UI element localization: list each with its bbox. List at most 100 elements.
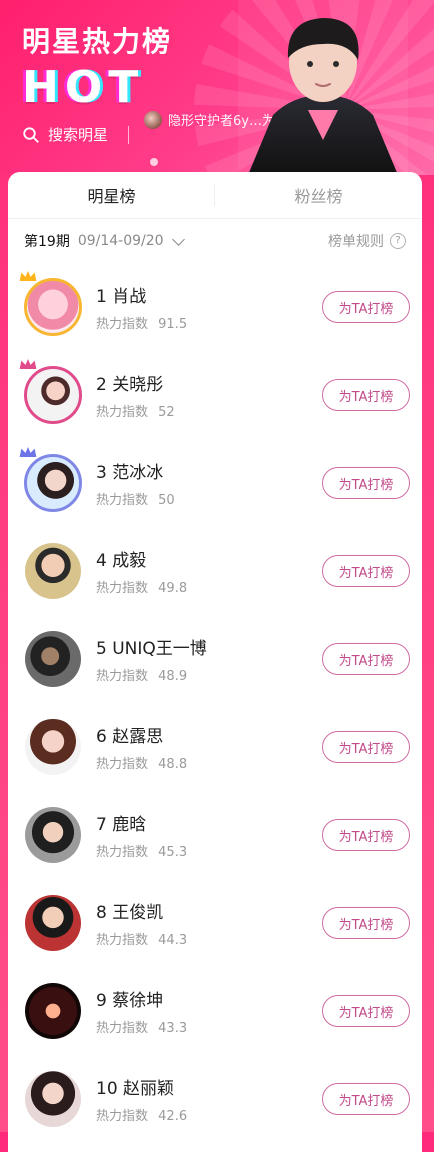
list-item: 8 王俊凯 热力指数 44.3 为TA打榜 <box>8 879 422 967</box>
vote-button[interactable]: 为TA打榜 <box>322 1083 410 1115</box>
avatar[interactable] <box>22 628 84 690</box>
list-item: 3 范冰冰 热力指数 50 为TA打榜 <box>8 439 422 527</box>
score-line: 热力指数 48.9 <box>96 665 322 684</box>
score-label: 热力指数 <box>96 933 149 948</box>
tabs: 明星榜 粉丝榜 <box>8 172 422 219</box>
avatar[interactable] <box>22 540 84 602</box>
vote-button[interactable]: 为TA打榜 <box>322 643 410 675</box>
item-info: 1 肖战 热力指数 91.5 <box>96 282 322 332</box>
item-info: 5 UNIQ王一博 热力指数 48.9 <box>96 634 322 684</box>
vote-button[interactable]: 为TA打榜 <box>322 291 410 323</box>
score-line: 热力指数 42.6 <box>96 1105 322 1124</box>
list-item: 5 UNIQ王一博 热力指数 48.9 为TA打榜 <box>8 615 422 703</box>
item-info: 3 范冰冰 热力指数 50 <box>96 458 322 508</box>
vote-button[interactable]: 为TA打榜 <box>322 995 410 1027</box>
score-line: 热力指数 49.8 <box>96 577 322 596</box>
avatar[interactable] <box>19 359 84 426</box>
item-info: 9 蔡徐坤 热力指数 43.3 <box>96 986 322 1036</box>
ranking-list: 1 肖战 热力指数 91.5 为TA打榜 2 关晓彤 热力指数 52 为TA打榜… <box>8 263 422 1143</box>
list-item: 2 关晓彤 热力指数 52 为TA打榜 <box>8 351 422 439</box>
score-line: 热力指数 48.8 <box>96 753 322 772</box>
list-item: 10 赵丽颖 热力指数 42.6 为TA打榜 <box>8 1055 422 1143</box>
tab-fan-ranking[interactable]: 粉丝榜 <box>215 172 422 218</box>
rules-link[interactable]: 榜单规则 ? <box>328 231 406 251</box>
avatar-image <box>24 454 82 512</box>
chevron-down-icon <box>171 233 185 246</box>
item-info: 7 鹿晗 热力指数 45.3 <box>96 810 322 860</box>
score-value: 45.3 <box>158 845 188 860</box>
vote-button[interactable]: 为TA打榜 <box>322 907 410 939</box>
avatar-image <box>24 366 82 424</box>
page-title: 明星热力榜 <box>22 25 173 58</box>
star-name: 4 成毅 <box>96 551 147 571</box>
pink-crown-icon <box>19 359 37 369</box>
rules-label: 榜单规则 <box>328 234 384 250</box>
score-line: 热力指数 91.5 <box>96 313 322 332</box>
period-label: 第19期 <box>24 234 70 250</box>
avatar[interactable] <box>22 716 84 778</box>
avatar[interactable] <box>19 447 84 514</box>
score-line: 热力指数 43.3 <box>96 1017 322 1036</box>
score-value: 44.3 <box>158 933 188 948</box>
avatar[interactable] <box>22 892 84 954</box>
score-value: 42.6 <box>158 1109 188 1124</box>
search-icon <box>23 126 39 143</box>
item-info: 10 赵丽颖 热力指数 42.6 <box>96 1074 322 1124</box>
featured-star-portrait <box>238 0 408 175</box>
list-item: 7 鹿晗 热力指数 45.3 为TA打榜 <box>8 791 422 879</box>
vote-button[interactable]: 为TA打榜 <box>322 731 410 763</box>
avatar[interactable] <box>22 804 84 866</box>
score-label: 热力指数 <box>96 1109 149 1124</box>
star-name: 2 关晓彤 <box>96 375 164 395</box>
avatar-image <box>24 278 82 336</box>
item-info: 2 关晓彤 热力指数 52 <box>96 370 322 420</box>
divider <box>128 125 130 144</box>
item-info: 6 赵露思 热力指数 48.8 <box>96 722 322 772</box>
score-label: 热力指数 <box>96 845 149 860</box>
period-range: 09/14-09/20 <box>77 233 164 249</box>
score-value: 50 <box>158 493 175 508</box>
star-name: 9 蔡徐坤 <box>96 991 164 1011</box>
star-name: 3 范冰冰 <box>96 463 164 483</box>
vote-button[interactable]: 为TA打榜 <box>322 467 410 499</box>
avatar[interactable] <box>19 271 84 338</box>
item-info: 8 王俊凯 热力指数 44.3 <box>96 898 322 948</box>
gold-crown-icon <box>19 271 37 281</box>
question-circle-icon: ? <box>390 233 406 249</box>
score-value: 48.9 <box>158 669 188 684</box>
score-value: 48.8 <box>158 757 188 772</box>
score-label: 热力指数 <box>96 669 149 684</box>
avatar-image <box>25 895 81 951</box>
vote-button[interactable]: 为TA打榜 <box>322 555 410 587</box>
header-banner: 明星热力榜 HOT 隐形守护者6y…为肖战投了16票 搜索明星 <box>0 0 434 175</box>
avatar[interactable] <box>22 980 84 1042</box>
score-label: 热力指数 <box>96 493 149 508</box>
score-line: 热力指数 50 <box>96 489 322 508</box>
avatar-image <box>25 719 81 775</box>
period-selector[interactable]: 第19期 09/14-09/20 <box>24 231 185 251</box>
score-line: 热力指数 45.3 <box>96 841 322 860</box>
avatar-image <box>25 543 81 599</box>
score-value: 43.3 <box>158 1021 188 1036</box>
list-item: 1 肖战 热力指数 91.5 为TA打榜 <box>8 263 422 351</box>
score-line: 热力指数 52 <box>96 401 322 420</box>
avatar[interactable] <box>22 1068 84 1130</box>
avatar-image <box>25 983 81 1039</box>
list-item: 4 成毅 热力指数 49.8 为TA打榜 <box>8 527 422 615</box>
star-name: 10 赵丽颖 <box>96 1079 175 1099</box>
list-item: 9 蔡徐坤 热力指数 43.3 为TA打榜 <box>8 967 422 1055</box>
list-item: 6 赵露思 热力指数 48.8 为TA打榜 <box>8 703 422 791</box>
search-star-button[interactable]: 搜索明星 <box>22 124 130 145</box>
score-label: 热力指数 <box>96 581 149 596</box>
tab-star-ranking[interactable]: 明星榜 <box>8 172 215 218</box>
vote-button[interactable]: 为TA打榜 <box>322 819 410 851</box>
score-label: 热力指数 <box>96 317 149 332</box>
vote-button[interactable]: 为TA打榜 <box>322 379 410 411</box>
ranking-card: 明星榜 粉丝榜 第19期 09/14-09/20 榜单规则 ? 1 肖战 热力指… <box>8 172 422 1152</box>
avatar-image <box>25 807 81 863</box>
period-bar: 第19期 09/14-09/20 榜单规则 ? <box>8 219 422 263</box>
score-value: 49.8 <box>158 581 188 596</box>
hot-logo: HOT <box>22 62 145 113</box>
star-name: 6 赵露思 <box>96 727 164 747</box>
score-value: 52 <box>158 405 175 420</box>
